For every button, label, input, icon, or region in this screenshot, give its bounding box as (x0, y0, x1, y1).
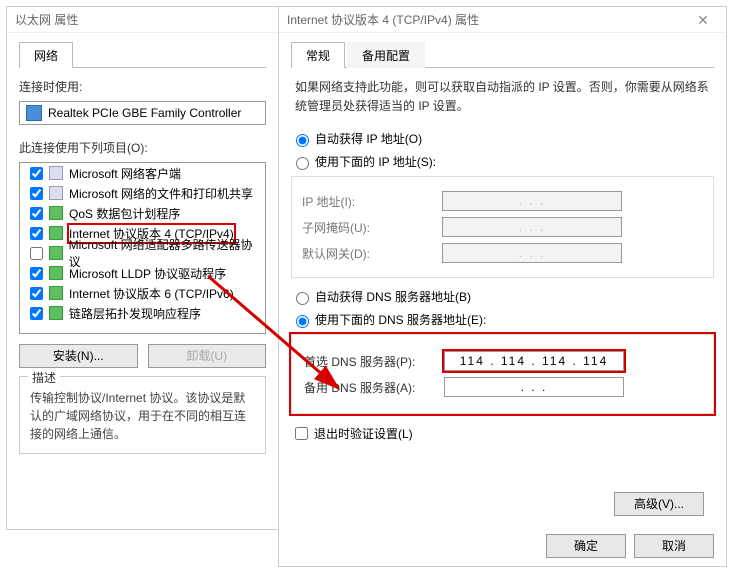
list-item[interactable]: QoS 数据包计划程序 (20, 203, 265, 223)
dialog-footer: 确定 取消 (546, 534, 714, 558)
description-group: 描述 传输控制协议/Internet 协议。该协议是默认的广域网络协议，用于在不… (19, 376, 266, 454)
ip-addr-label: IP 地址(I): (302, 193, 442, 210)
dns-alt-input[interactable]: . . . (444, 377, 624, 397)
component-icon (49, 246, 63, 260)
ip-manual-label: 使用下面的 IP 地址(S): (315, 153, 436, 170)
component-checkbox[interactable] (30, 307, 43, 320)
tab-general[interactable]: 常规 (291, 42, 345, 68)
component-label: Microsoft 网络客户端 (69, 165, 181, 182)
component-icon (49, 266, 63, 280)
list-item[interactable]: Internet 协议版本 6 (TCP/IPv6) (20, 283, 265, 303)
dns-manual-label: 使用下面的 DNS 服务器地址(E): (315, 311, 486, 328)
gw-label: 默认网关(D): (302, 245, 442, 262)
dns-fields: 首选 DNS 服务器(P):114 . 114 . 114 . 114 备用 D… (291, 334, 714, 414)
ip-auto-radio[interactable] (296, 134, 309, 147)
ip-manual-radio[interactable] (296, 157, 309, 170)
right-content: 常规 备用配置 如果网络支持此功能，则可以获取自动指派的 IP 设置。否则，你需… (279, 33, 726, 465)
uninstall-button: 卸载(U) (148, 344, 267, 368)
components-list[interactable]: Microsoft 网络客户端 Microsoft 网络的文件和打印机共享 QoS … (19, 162, 266, 334)
component-label: 链路层拓扑发现响应程序 (69, 305, 201, 322)
component-icon (49, 286, 63, 300)
tab-network[interactable]: 网络 (19, 42, 73, 68)
component-checkbox[interactable] (30, 227, 43, 240)
titlebar-left: 以太网 属性 (7, 7, 278, 33)
ip-auto-label: 自动获得 IP 地址(O) (315, 130, 422, 147)
validate-label: 退出时验证设置(L) (314, 425, 413, 442)
titlebar-right: Internet 协议版本 4 (TCP/IPv4) 属性 ✕ (279, 7, 726, 33)
component-checkbox[interactable] (30, 167, 43, 180)
component-checkbox[interactable] (30, 267, 43, 280)
component-label: Microsoft LLDP 协议驱动程序 (69, 265, 226, 282)
cancel-button[interactable]: 取消 (634, 534, 714, 558)
ok-button[interactable]: 确定 (546, 534, 626, 558)
gateway-input: . . . (442, 243, 622, 263)
dns-manual-row[interactable]: 使用下面的 DNS 服务器地址(E): (291, 311, 714, 328)
left-content: 网络 连接时使用: Realtek PCIe GBE Family Contro… (7, 33, 278, 466)
ip-manual-row[interactable]: 使用下面的 IP 地址(S): (291, 153, 714, 170)
component-label: QoS 数据包计划程序 (69, 205, 180, 222)
component-icon (49, 206, 63, 220)
mask-input: . . . (442, 217, 622, 237)
adapter-field[interactable]: Realtek PCIe GBE Family Controller (19, 101, 266, 125)
list-item[interactable]: Microsoft 网络客户端 (20, 163, 265, 183)
nic-icon (26, 105, 42, 121)
component-label: Microsoft 网络的文件和打印机共享 (69, 185, 253, 202)
tabs-left: 网络 (19, 41, 266, 68)
tab-alternate[interactable]: 备用配置 (347, 42, 425, 68)
dns-auto-row[interactable]: 自动获得 DNS 服务器地址(B) (291, 288, 714, 305)
validate-checkbox[interactable] (295, 427, 308, 440)
component-label: Internet 协议版本 6 (TCP/IPv6) (69, 285, 234, 302)
dns-pref-label: 首选 DNS 服务器(P): (304, 353, 444, 370)
list-item[interactable]: Microsoft 网络的文件和打印机共享 (20, 183, 265, 203)
list-buttons: 安装(N)... 卸载(U) (19, 344, 266, 368)
advanced-button[interactable]: 高级(V)... (614, 492, 704, 516)
connect-using-label: 连接时使用: (19, 78, 266, 95)
dns-auto-radio[interactable] (296, 292, 309, 305)
ip-auto-row[interactable]: 自动获得 IP 地址(O) (291, 130, 714, 147)
component-checkbox[interactable] (30, 207, 43, 220)
component-icon (49, 306, 63, 320)
ethernet-properties-dialog: 以太网 属性 网络 连接时使用: Realtek PCIe GBE Family… (6, 6, 279, 530)
adapter-name: Realtek PCIe GBE Family Controller (48, 106, 241, 120)
dns-alt-label: 备用 DNS 服务器(A): (304, 379, 444, 396)
ip-addr-input: . . . (442, 191, 622, 211)
ip-fields: IP 地址(I): . . . 子网掩码(U): . . . 默认网关(D): … (291, 176, 714, 278)
items-label: 此连接使用下列项目(O): (19, 139, 266, 156)
component-icon (49, 166, 63, 180)
component-icon (49, 186, 63, 200)
tabs-right: 常规 备用配置 (291, 41, 714, 68)
dns-pref-input[interactable]: 114 . 114 . 114 . 114 (444, 351, 624, 371)
description-title: 描述 (28, 369, 60, 386)
list-item[interactable]: 链路层拓扑发现响应程序 (20, 303, 265, 323)
mask-label: 子网掩码(U): (302, 219, 442, 236)
component-icon (49, 226, 63, 240)
dns-manual-radio[interactable] (296, 315, 309, 328)
list-item[interactable]: Microsoft 网络适配器多路传送器协议 (20, 243, 265, 263)
dns-auto-label: 自动获得 DNS 服务器地址(B) (315, 288, 471, 305)
validate-row[interactable]: 退出时验证设置(L) (291, 424, 714, 443)
dialog-title: Internet 协议版本 4 (TCP/IPv4) 属性 (287, 7, 688, 33)
ipv4-properties-dialog: Internet 协议版本 4 (TCP/IPv4) 属性 ✕ 常规 备用配置 … (278, 6, 727, 567)
dialog-title: 以太网 属性 (15, 7, 270, 33)
component-checkbox[interactable] (30, 247, 43, 260)
intro-text: 如果网络支持此功能，则可以获取自动指派的 IP 设置。否则，你需要从网络系统管理… (295, 78, 710, 116)
close-icon[interactable]: ✕ (688, 7, 718, 33)
component-checkbox[interactable] (30, 287, 43, 300)
component-checkbox[interactable] (30, 187, 43, 200)
description-text: 传输控制协议/Internet 协议。该协议是默认的广域网络协议，用于在不同的相… (30, 389, 255, 443)
install-button[interactable]: 安装(N)... (19, 344, 138, 368)
